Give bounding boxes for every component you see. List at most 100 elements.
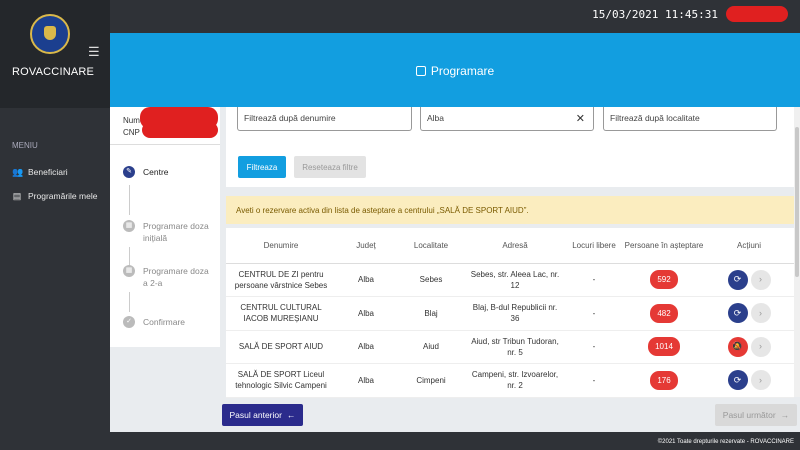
copyright-text: ©2021 Toate drepturile rezervate - ROVAC…: [657, 439, 794, 445]
menu-title: MENIU: [12, 141, 38, 150]
scrollbar[interactable]: [794, 107, 800, 397]
filter-button[interactable]: Filtreaza: [238, 156, 286, 178]
previous-step-button[interactable]: Pasul anterior ←: [222, 404, 303, 426]
chevron-right-icon: ›: [759, 341, 762, 352]
pencil-icon: ✎: [123, 166, 135, 178]
step-connector: [129, 185, 130, 215]
center-address: Blaj, B-dul Republicii nr. 36: [466, 296, 564, 331]
datetime: 15/03/2021 11:45:31: [592, 8, 718, 21]
document-icon: ▤: [12, 190, 22, 201]
close-icon[interactable]: ✕: [576, 112, 585, 125]
center-county: Alba: [336, 263, 396, 297]
table-row: CENTRUL CULTURAL IACOB MUREȘIANU Alba Bl…: [226, 296, 794, 331]
table-header-row: Denumire Județ Localitate Adresă Locuri …: [226, 228, 794, 264]
page-title: Programare: [110, 64, 800, 78]
sidebar-item-programarile-mele[interactable]: ▤ Programările mele: [12, 189, 98, 203]
col-header[interactable]: Localitate: [396, 228, 466, 264]
brand-name: ROVACCINARE: [12, 66, 95, 78]
center-address: Sebes, str. Aleea Lac, nr. 12: [466, 263, 564, 297]
center-address: Aiud, str Tribun Tudoran, nr. 5: [466, 330, 564, 364]
centers-table-card: Denumire Județ Localitate Adresă Locuri …: [226, 228, 794, 398]
centers-table: Denumire Județ Localitate Adresă Locuri …: [226, 228, 794, 398]
reset-filters-button[interactable]: Reseteaza filtre: [294, 156, 366, 178]
free-slots: -: [564, 330, 624, 364]
step-doza-initiala[interactable]: ▦ Programare doza inițială: [123, 220, 215, 244]
center-county: Alba: [336, 363, 396, 398]
center-name: CENTRUL DE ZI pentru persoane vârstnice …: [226, 263, 336, 297]
calendar-icon: ▦: [123, 265, 135, 277]
col-header[interactable]: Persoane în așteptare: [624, 228, 704, 264]
step-confirmare[interactable]: ✓ Confirmare: [123, 316, 185, 328]
arrow-right-icon: →: [780, 410, 790, 420]
waitlist-button[interactable]: ⟳: [727, 269, 748, 290]
step-doza-2[interactable]: ▦ Programare doza a 2-a: [123, 265, 215, 289]
center-name: SALĂ DE SPORT AIUD: [226, 330, 336, 364]
clock-icon: ⟳: [733, 274, 742, 285]
table-row: CENTRUL DE ZI pentru persoane vârstnice …: [226, 263, 794, 297]
reservation-alert: Aveti o rezervare activa din lista de as…: [226, 196, 794, 224]
center-county: Alba: [336, 296, 396, 331]
scrollbar-thumb[interactable]: [795, 127, 799, 277]
calendar-icon: [415, 66, 426, 76]
next-step-button[interactable]: Pasul următor →: [715, 404, 797, 426]
free-slots: -: [564, 296, 624, 331]
waitlist-button[interactable]: ⟳: [727, 370, 748, 391]
waiting-badge: 176: [650, 370, 678, 390]
sidebar-item-beneficiari[interactable]: 👥 Beneficiari: [12, 165, 68, 179]
chevron-right-icon: ›: [759, 274, 762, 285]
brand-area: ☰ ROVACCINARE: [0, 0, 110, 108]
center-address: Campeni, str. Izvoarelor, nr. 2: [466, 363, 564, 398]
check-icon: ✓: [123, 316, 135, 328]
chevron-right-icon: ›: [759, 307, 762, 318]
center-locality: Sebes: [396, 263, 466, 297]
table-row: SALĂ DE SPORT AIUD Alba Aiud Aiud, str T…: [226, 330, 794, 364]
center-name: CENTRUL CULTURAL IACOB MUREȘIANU: [226, 296, 336, 331]
clock-icon: ⟳: [733, 374, 742, 385]
redacted-cnp: [142, 122, 218, 138]
calendar-icon: ▦: [123, 220, 135, 232]
col-header[interactable]: Locuri libere: [564, 228, 624, 264]
center-locality: Aiud: [396, 330, 466, 364]
page-header: Programare: [110, 33, 800, 107]
step-connector: [129, 247, 130, 267]
select-button[interactable]: ›: [750, 303, 771, 324]
top-bar: 15/03/2021 11:45:31: [110, 0, 800, 33]
bell-off-icon: 🔕: [731, 341, 744, 352]
name-filter-input[interactable]: Filtrează după denumire: [237, 107, 412, 131]
sidebar: ☰ ROVACCINARE MENIU 👥 Beneficiari ▤ Prog…: [0, 0, 110, 450]
waiting-badge: 1014: [648, 337, 680, 357]
center-county: Alba: [336, 330, 396, 364]
users-icon: 👥: [12, 166, 24, 177]
hamburger-menu-icon[interactable]: ☰: [88, 44, 100, 60]
cancel-waitlist-button[interactable]: 🔕: [727, 336, 748, 357]
redacted-user: [726, 6, 788, 22]
col-header: Acțiuni: [704, 228, 794, 264]
filters-card: Filtrează după denumire Alba ✕ Filtrează…: [226, 107, 794, 187]
waitlist-button[interactable]: ⟳: [727, 303, 748, 324]
center-locality: Cimpeni: [396, 363, 466, 398]
step-connector: [129, 292, 130, 312]
free-slots: -: [564, 263, 624, 297]
table-row: SALĂ DE SPORT Liceul tehnologic Silvic C…: [226, 363, 794, 398]
chevron-right-icon: ›: [759, 374, 762, 385]
col-header[interactable]: Adresă: [466, 228, 564, 264]
arrow-left-icon: ←: [286, 410, 296, 420]
clock-icon: ⟳: [733, 307, 742, 318]
free-slots: -: [564, 363, 624, 398]
locality-filter-input[interactable]: Filtrează după localitate: [603, 107, 777, 131]
waiting-badge: 482: [650, 303, 678, 323]
county-select[interactable]: Alba ✕: [420, 107, 594, 131]
waiting-badge: 592: [650, 270, 678, 290]
center-name: SALĂ DE SPORT Liceul tehnologic Silvic C…: [226, 363, 336, 398]
user-info: Nume CNP: [110, 107, 220, 145]
select-button[interactable]: ›: [750, 336, 771, 357]
step-centre[interactable]: ✎ Centre: [123, 166, 169, 178]
col-header[interactable]: Județ: [336, 228, 396, 264]
select-button[interactable]: ›: [750, 269, 771, 290]
footer: ©2021 Toate drepturile rezervate - ROVAC…: [0, 432, 800, 450]
col-header[interactable]: Denumire: [226, 228, 336, 264]
center-locality: Blaj: [396, 296, 466, 331]
stepper: Nume CNP ✎ Centre ▦ Programare doza iniț…: [110, 107, 220, 347]
government-logo: [30, 14, 70, 54]
select-button[interactable]: ›: [750, 370, 771, 391]
